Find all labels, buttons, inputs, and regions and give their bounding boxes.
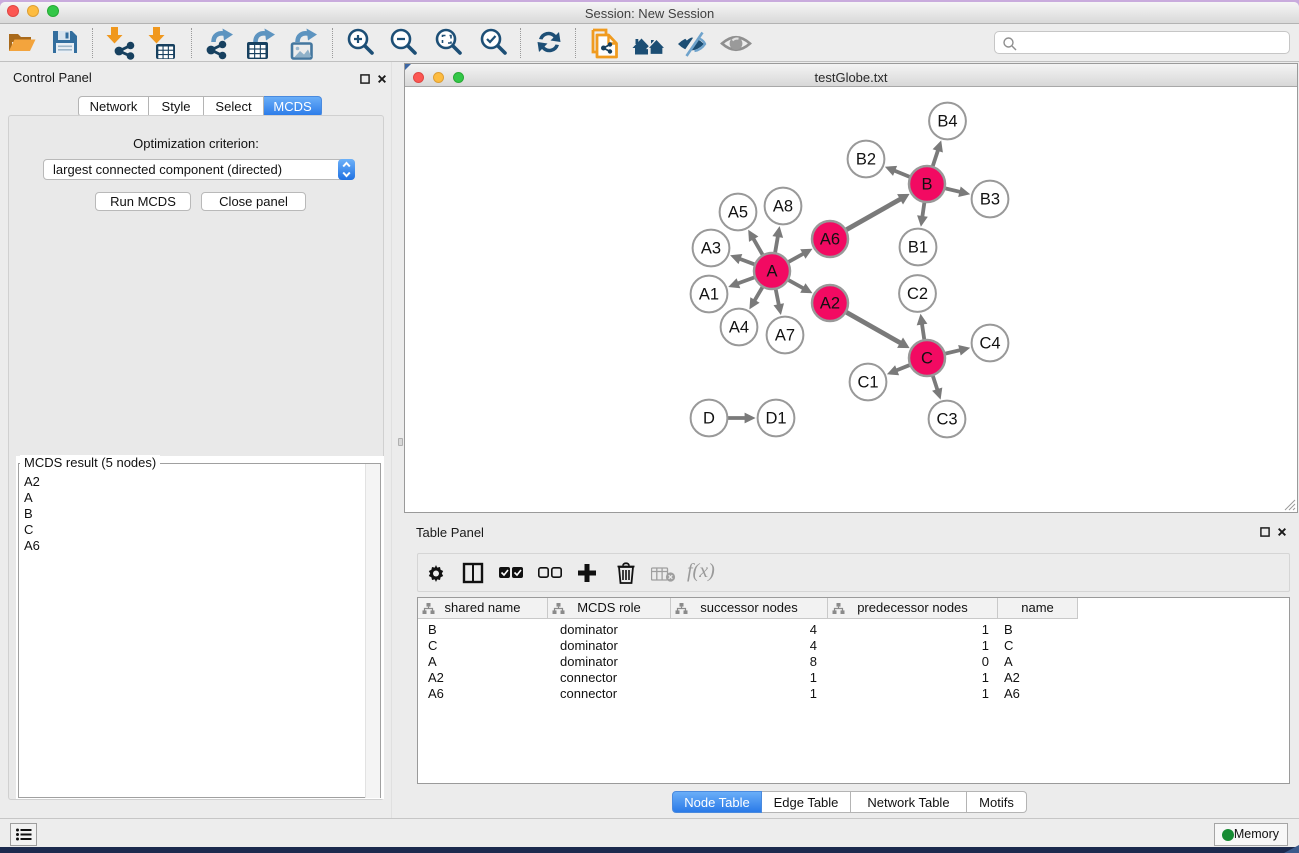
svg-text:B4: B4: [937, 113, 957, 131]
svg-text:A3: A3: [701, 240, 721, 258]
svg-text:C3: C3: [936, 411, 957, 429]
svg-text:B3: B3: [980, 191, 1000, 209]
svg-text:D1: D1: [765, 410, 786, 428]
svg-text:B2: B2: [856, 151, 876, 169]
svg-text:A6: A6: [820, 231, 840, 249]
svg-text:C2: C2: [907, 285, 928, 303]
svg-text:A8: A8: [773, 198, 793, 216]
svg-text:D: D: [703, 410, 715, 428]
svg-text:C: C: [921, 350, 933, 368]
svg-text:A4: A4: [729, 319, 749, 337]
svg-text:C1: C1: [857, 374, 878, 392]
svg-text:B: B: [921, 176, 932, 194]
svg-text:A2: A2: [820, 295, 840, 313]
svg-text:A5: A5: [728, 204, 748, 222]
svg-text:A7: A7: [775, 327, 795, 345]
svg-text:C4: C4: [979, 335, 1000, 353]
svg-text:A: A: [766, 263, 777, 281]
svg-text:B1: B1: [908, 239, 928, 257]
svg-text:A1: A1: [699, 286, 719, 304]
